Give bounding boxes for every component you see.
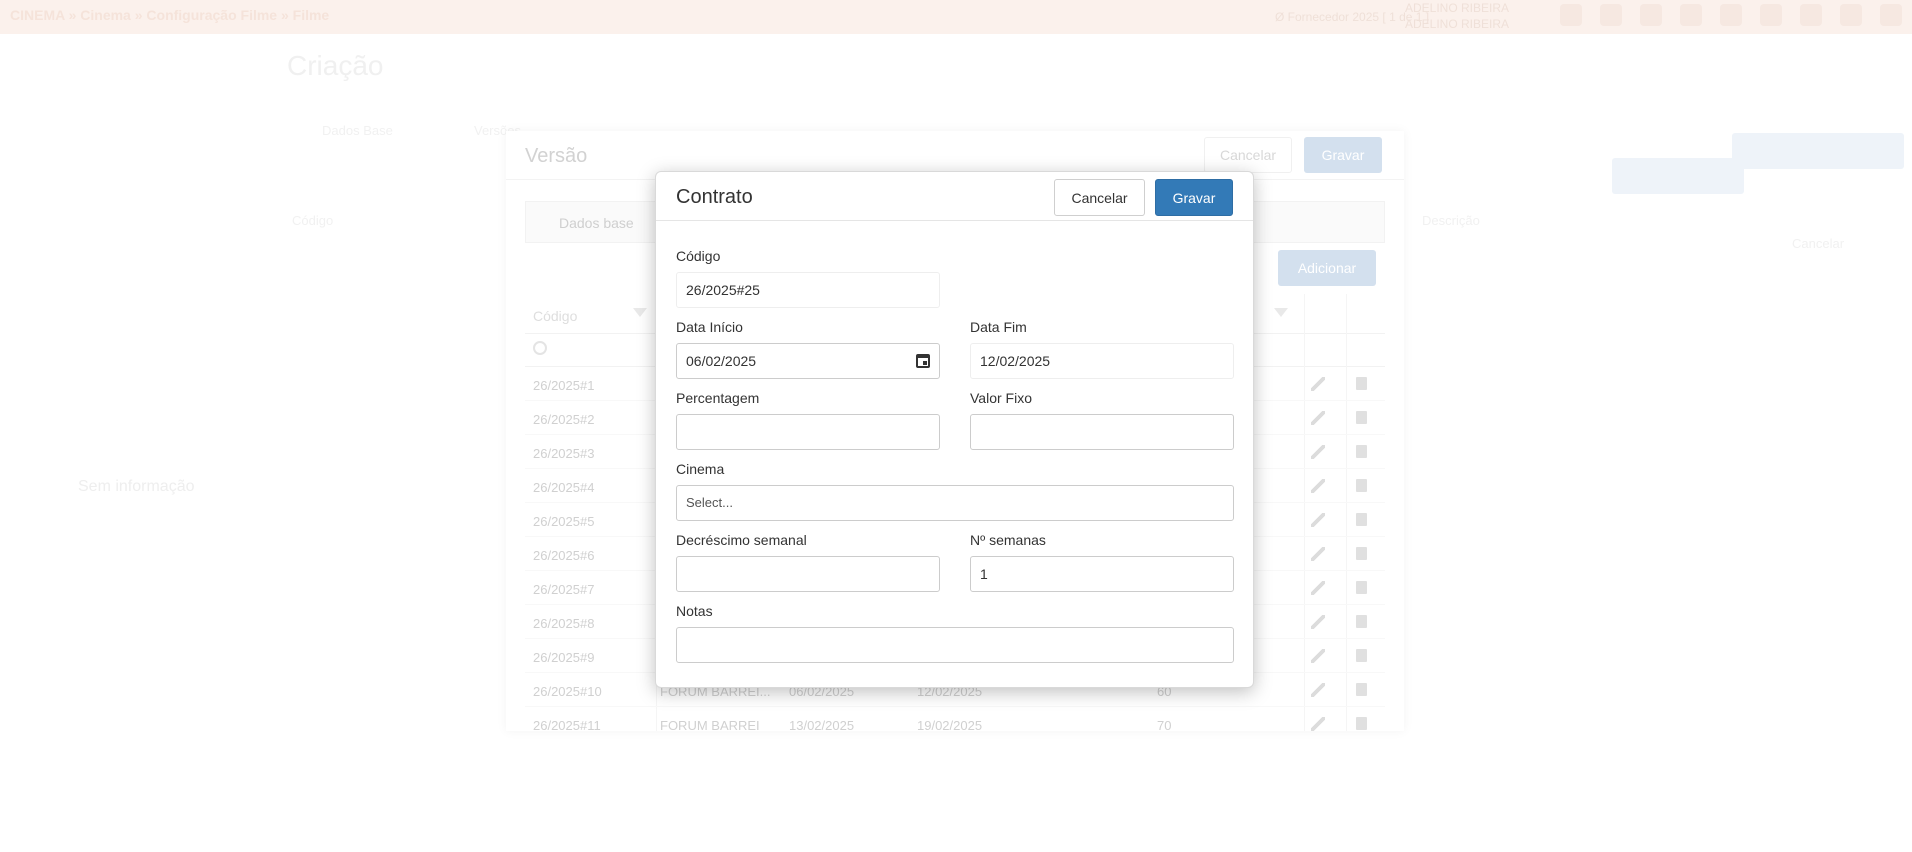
- notas-label: Notas: [676, 603, 713, 619]
- tab-dados-base-versao[interactable]: Dados base: [559, 215, 634, 231]
- delete-icon[interactable]: [1356, 513, 1367, 526]
- save-button[interactable]: Gravar: [1155, 179, 1233, 216]
- delete-icon[interactable]: [1356, 479, 1367, 492]
- user-name-line2: ADELINO RIBEIRA: [1405, 17, 1510, 31]
- edit-icon[interactable]: [1311, 683, 1325, 697]
- contrato-header: Contrato Cancelar Gravar: [656, 172, 1253, 221]
- edit-icon[interactable]: [1311, 411, 1325, 425]
- bell-icon[interactable]: [1680, 4, 1702, 26]
- delete-icon[interactable]: [1356, 683, 1367, 696]
- semanas-field[interactable]: 1: [970, 556, 1234, 592]
- delete-icon[interactable]: [1356, 377, 1367, 390]
- contrato-title: Contrato: [676, 186, 753, 208]
- column-header-code: Código: [533, 308, 578, 324]
- breadcrumb: CINEMA » Cinema » Configuração Filme » F…: [10, 7, 330, 23]
- pin-icon[interactable]: [1600, 4, 1622, 26]
- percentagem-label: Percentagem: [676, 390, 760, 406]
- cancel-link-bg[interactable]: Cancelar: [1792, 236, 1844, 251]
- edit-icon[interactable]: [1311, 649, 1325, 663]
- valor-fixo-field[interactable]: [970, 414, 1234, 450]
- delete-icon[interactable]: [1356, 615, 1367, 628]
- search-icon: [533, 341, 547, 355]
- row-code: 26/2025#4: [533, 480, 595, 495]
- data-fim-label: Data Fim: [970, 319, 1027, 335]
- row-code: 26/2025#3: [533, 446, 595, 461]
- cinema-select[interactable]: Select...: [676, 485, 1234, 521]
- edit-icon[interactable]: [1311, 717, 1325, 731]
- filter-code-label: Código: [292, 213, 334, 228]
- row-code: 26/2025#10: [533, 684, 602, 699]
- home-icon[interactable]: [1560, 4, 1582, 26]
- edit-icon[interactable]: [1311, 479, 1325, 493]
- edit-icon[interactable]: [1311, 615, 1325, 629]
- tab-dados-base[interactable]: Dados Base: [322, 123, 393, 138]
- versao-add-button[interactable]: Adicionar: [1278, 250, 1376, 286]
- bug-icon[interactable]: [1760, 4, 1782, 26]
- page-title: Criação: [287, 50, 384, 81]
- edit-icon[interactable]: [1311, 547, 1325, 561]
- add-button-bg[interactable]: [1612, 158, 1744, 194]
- top-bar: CINEMA » Cinema » Configuração Filme » F…: [0, 0, 1912, 34]
- check-icon[interactable]: [1800, 4, 1822, 26]
- user-name-line1: ADELINO RIBEIRA: [1405, 1, 1510, 15]
- semanas-label: Nº semanas: [970, 532, 1046, 548]
- data-inicio-label: Data Início: [676, 319, 743, 335]
- delete-icon[interactable]: [1356, 411, 1367, 424]
- row-code: 26/2025#2: [533, 412, 595, 427]
- codigo-label: Código: [676, 248, 721, 264]
- row-code: 26/2025#8: [533, 616, 595, 631]
- versao-save-button[interactable]: Gravar: [1304, 137, 1382, 173]
- valor-fixo-label: Valor Fixo: [970, 390, 1032, 406]
- decrescimo-field[interactable]: [676, 556, 940, 592]
- data-inicio-field[interactable]: 06/02/2025: [676, 343, 940, 379]
- notas-field[interactable]: [676, 627, 1234, 663]
- cancel-button[interactable]: Cancelar: [1054, 179, 1145, 216]
- menu-icon[interactable]: [1880, 4, 1902, 26]
- edit-icon[interactable]: [1311, 377, 1325, 391]
- versao-title: Versão: [525, 145, 588, 167]
- row-code: 26/2025#1: [533, 378, 595, 393]
- percentagem-field[interactable]: [676, 414, 940, 450]
- no-information-text: Sem informação: [78, 478, 195, 495]
- delete-icon[interactable]: [1356, 547, 1367, 560]
- versao-cancel-button[interactable]: Cancelar: [1204, 137, 1292, 173]
- table-row[interactable]: 26/2025#11 FORUM BARREI 13/02/2025 19/02/20…: [525, 707, 1385, 731]
- row-value: 70: [1157, 718, 1172, 731]
- cinema-label: Cinema: [676, 461, 725, 477]
- delete-icon[interactable]: [1356, 581, 1367, 594]
- edit-icon[interactable]: [1311, 445, 1325, 459]
- row-code: 26/2025#9: [533, 650, 595, 665]
- delete-icon[interactable]: [1356, 445, 1367, 458]
- edit-icon[interactable]: [1311, 513, 1325, 527]
- row-code: 26/2025#5: [533, 514, 595, 529]
- row-code: 26/2025#11: [533, 718, 601, 731]
- user-name: ADELINO RIBEIRA ADELINO RIBEIRA: [1405, 0, 1509, 32]
- calendar-icon[interactable]: [916, 354, 930, 368]
- delete-icon[interactable]: [1356, 649, 1367, 662]
- codigo-field[interactable]: 26/2025#25: [676, 272, 940, 308]
- row-code: 26/2025#6: [533, 548, 595, 563]
- edit-icon[interactable]: [1311, 581, 1325, 595]
- data-fim-field[interactable]: 12/02/2025: [970, 343, 1234, 379]
- row-code: 26/2025#7: [533, 582, 595, 597]
- row-start-date: 13/02/2025: [789, 718, 855, 731]
- row-cinema: FORUM BARREI: [660, 718, 760, 731]
- decrescimo-label: Decréscimo semanal: [676, 532, 807, 548]
- save-button-bg[interactable]: [1732, 133, 1904, 169]
- contrato-modal: Contrato Cancelar Gravar Código 26/2025#…: [655, 171, 1254, 688]
- delete-icon[interactable]: [1356, 717, 1367, 730]
- filter-icon[interactable]: [633, 308, 647, 317]
- filter-description-label: Descrição: [1422, 213, 1480, 228]
- user-icon[interactable]: [1720, 4, 1742, 26]
- row-end-date: 19/02/2025: [917, 718, 983, 731]
- data-inicio-value: 06/02/2025: [686, 353, 757, 369]
- search-icon[interactable]: [1840, 4, 1862, 26]
- filter-icon[interactable]: [1274, 308, 1288, 317]
- chat-icon[interactable]: [1640, 4, 1662, 26]
- top-icons: [1560, 4, 1902, 26]
